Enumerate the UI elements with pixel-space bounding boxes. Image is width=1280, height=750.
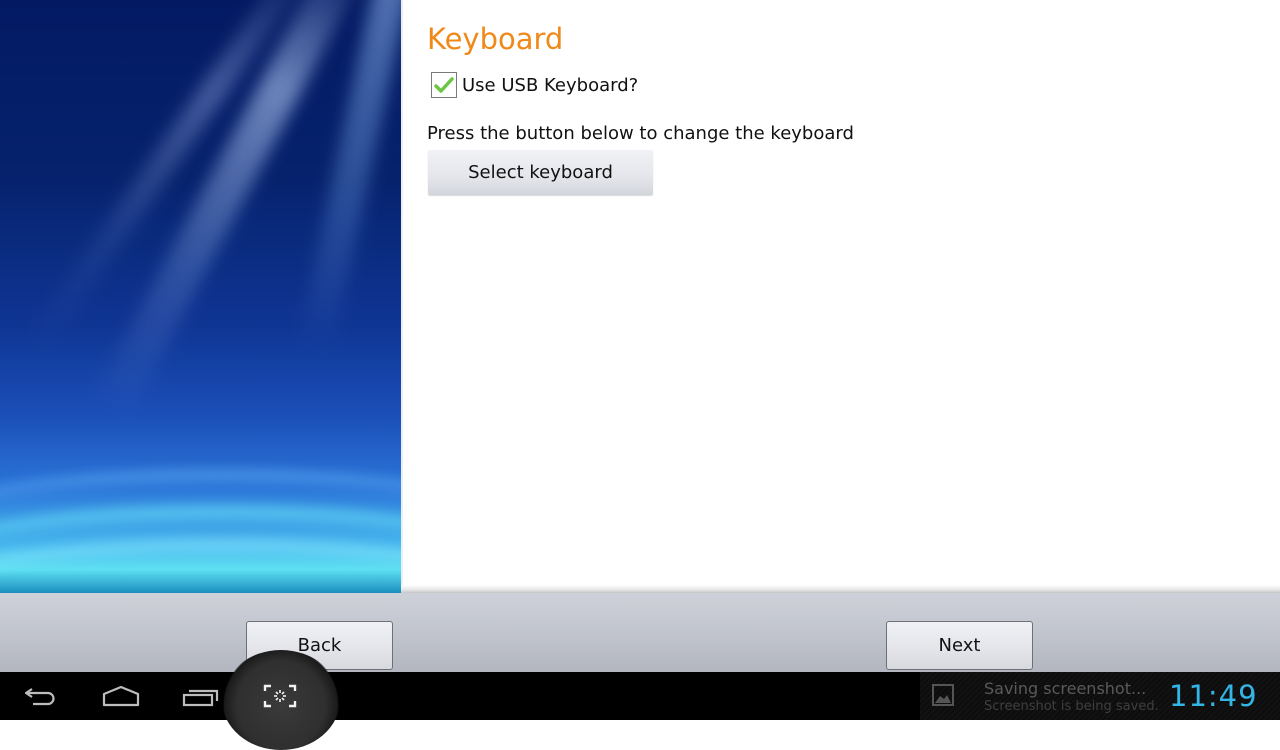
back-nav-button[interactable] [20,672,60,720]
screenshot-button[interactable] [260,672,300,720]
page-title: Keyboard [427,22,564,56]
home-nav-button[interactable] [99,672,143,720]
decorative-side-banner [0,0,401,593]
home-icon [102,685,140,707]
system-navigation-bar: Saving screenshot... Screenshot is being… [0,650,1280,750]
screenshot-icon [263,684,297,708]
notification-subtitle: Screenshot is being saved. [984,699,1159,714]
wizard-footer: Back Next [0,593,1280,672]
next-button[interactable]: Next [886,621,1033,670]
use-usb-keyboard-checkbox[interactable] [431,72,457,98]
use-usb-keyboard-label: Use USB Keyboard? [462,74,639,96]
recent-apps-icon [182,689,219,707]
check-icon [434,77,454,93]
notification-title: Saving screenshot... [984,679,1147,698]
image-icon [932,684,954,706]
instruction-text: Press the button below to change the key… [427,123,854,144]
use-usb-keyboard-option[interactable]: Use USB Keyboard? [431,72,638,98]
banner-edge [401,0,403,593]
clock[interactable]: 11:49 [1169,679,1258,713]
back-icon [24,688,55,706]
screenshot-notification[interactable]: Saving screenshot... Screenshot is being… [920,672,1280,720]
light-wave [0,540,401,593]
select-keyboard-button[interactable]: Select keyboard [428,150,653,195]
recent-apps-nav-button[interactable] [180,672,222,720]
